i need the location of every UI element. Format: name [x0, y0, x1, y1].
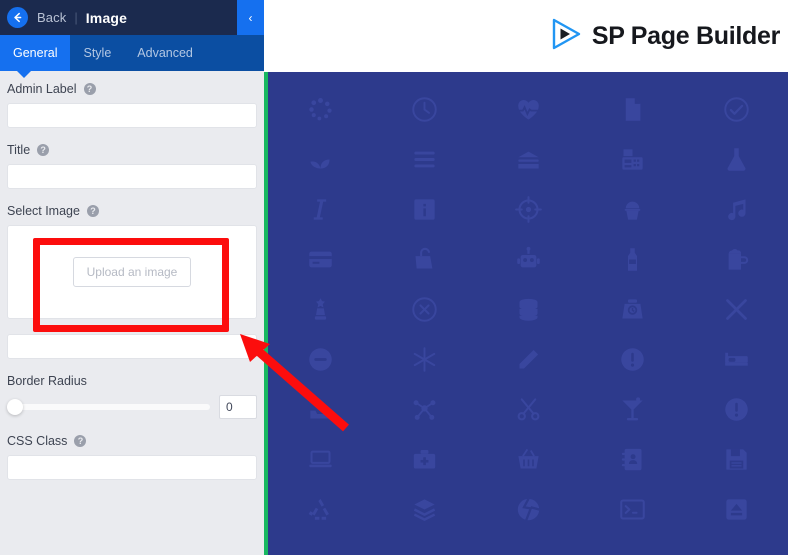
select-image-label: Select Image ?	[7, 204, 257, 218]
floppy-disk-icon	[684, 434, 788, 484]
asterisk-icon	[372, 334, 476, 384]
header-separator: |	[74, 10, 78, 25]
css-class-label-text: CSS Class	[7, 434, 68, 448]
laptop-icon	[268, 434, 372, 484]
brand-name: SP Page Builder	[591, 21, 780, 50]
border-radius-slider[interactable]	[7, 399, 210, 415]
layers-icon	[372, 484, 476, 534]
exclamation-circle-icon	[684, 384, 788, 434]
collapse-panel-button[interactable]: ‹	[237, 0, 264, 35]
admin-label-label: Admin Label ?	[7, 82, 257, 96]
tab-general[interactable]: General	[0, 35, 71, 71]
robot-icon	[476, 234, 580, 284]
spinner-icon	[268, 84, 372, 134]
back-button[interactable]	[7, 7, 28, 28]
exclamation-circle-icon	[580, 334, 684, 384]
title-input[interactable]	[7, 164, 257, 189]
settings-form: Admin Label ? Title ? Select Image ? Upl…	[0, 71, 264, 555]
tab-style[interactable]: Style	[70, 35, 124, 71]
title-label-text: Title	[7, 143, 31, 157]
help-icon[interactable]: ?	[37, 144, 50, 156]
preview-canvas: SP Page Builder	[268, 0, 788, 555]
minus-circle-icon	[268, 334, 372, 384]
brand-bar: SP Page Builder	[268, 0, 788, 72]
settings-sidebar: Back | Image ‹ General Style Advanced Ad…	[0, 0, 264, 555]
slider-thumb[interactable]	[7, 399, 23, 415]
terminal-icon	[580, 484, 684, 534]
sidebar-header: Back | Image ‹	[0, 0, 264, 35]
basket-icon	[476, 434, 580, 484]
eject-icon	[684, 484, 788, 534]
archive-icon	[476, 134, 580, 184]
beer-mug-icon	[684, 234, 788, 284]
bottle-icon	[580, 234, 684, 284]
recycle-icon	[268, 484, 372, 534]
italic-icon	[268, 184, 372, 234]
help-icon[interactable]: ?	[83, 83, 96, 95]
scale-icon	[580, 284, 684, 334]
settings-tabs: General Style Advanced	[0, 35, 264, 78]
upload-tray-icon	[268, 384, 372, 434]
chevron-left-icon: ‹	[248, 10, 253, 25]
address-book-icon	[580, 434, 684, 484]
close-x-icon	[684, 284, 788, 334]
tab-advanced[interactable]: Advanced	[124, 35, 206, 71]
heartbeat-icon	[476, 84, 580, 134]
cocktail-icon	[580, 384, 684, 434]
border-radius-control: 0	[7, 395, 257, 419]
select-image-upload-zone[interactable]: Upload an image	[7, 225, 257, 319]
clock-icon	[372, 84, 476, 134]
music-icon	[684, 184, 788, 234]
tab-advanced-label: Advanced	[137, 46, 193, 60]
icon-pattern-background	[268, 72, 788, 555]
upload-an-image-button[interactable]: Upload an image	[72, 257, 192, 287]
border-radius-value-input[interactable]: 0	[219, 395, 257, 419]
icon-grid	[268, 72, 788, 534]
file-icon	[580, 84, 684, 134]
css-class-input[interactable]	[7, 455, 257, 480]
admin-label-input[interactable]	[7, 103, 257, 128]
crosshair-icon	[476, 184, 580, 234]
medical-kit-icon	[372, 434, 476, 484]
play-triangle-logo	[549, 17, 583, 56]
css-class-label: CSS Class ?	[7, 434, 257, 448]
pen-icon	[476, 334, 580, 384]
bed-icon	[684, 334, 788, 384]
info-square-icon	[372, 184, 476, 234]
help-icon[interactable]: ?	[86, 205, 99, 217]
x-circle-icon	[372, 284, 476, 334]
help-icon[interactable]: ?	[74, 435, 87, 447]
seedling-icon	[268, 134, 372, 184]
database-icon	[476, 284, 580, 334]
page-title: Image	[85, 9, 128, 26]
broken-circle-icon	[476, 484, 580, 534]
admin-label-text: Admin Label	[7, 82, 77, 96]
molecule-icon	[372, 384, 476, 434]
alt-text-input[interactable]	[7, 334, 257, 359]
tab-general-label: General	[13, 46, 58, 60]
flask-icon	[684, 134, 788, 184]
title-label: Title ?	[7, 143, 257, 157]
chess-piece-icon	[268, 284, 372, 334]
cupcake-icon	[580, 184, 684, 234]
bag-icon	[372, 234, 476, 284]
scissors-icon	[476, 384, 580, 434]
credit-card-icon	[268, 234, 372, 284]
menu-bars-icon	[372, 134, 476, 184]
tab-style-label: Style	[83, 46, 112, 60]
select-image-label-text: Select Image	[7, 204, 80, 218]
border-radius-label: Border Radius	[7, 374, 257, 388]
border-radius-label-text: Border Radius	[7, 374, 87, 388]
app-root: Back | Image ‹ General Style Advanced Ad…	[0, 0, 788, 555]
fax-icon	[580, 134, 684, 184]
arrow-left-icon	[12, 12, 23, 23]
back-label[interactable]: Back	[37, 10, 66, 25]
check-circle-icon	[684, 84, 788, 134]
